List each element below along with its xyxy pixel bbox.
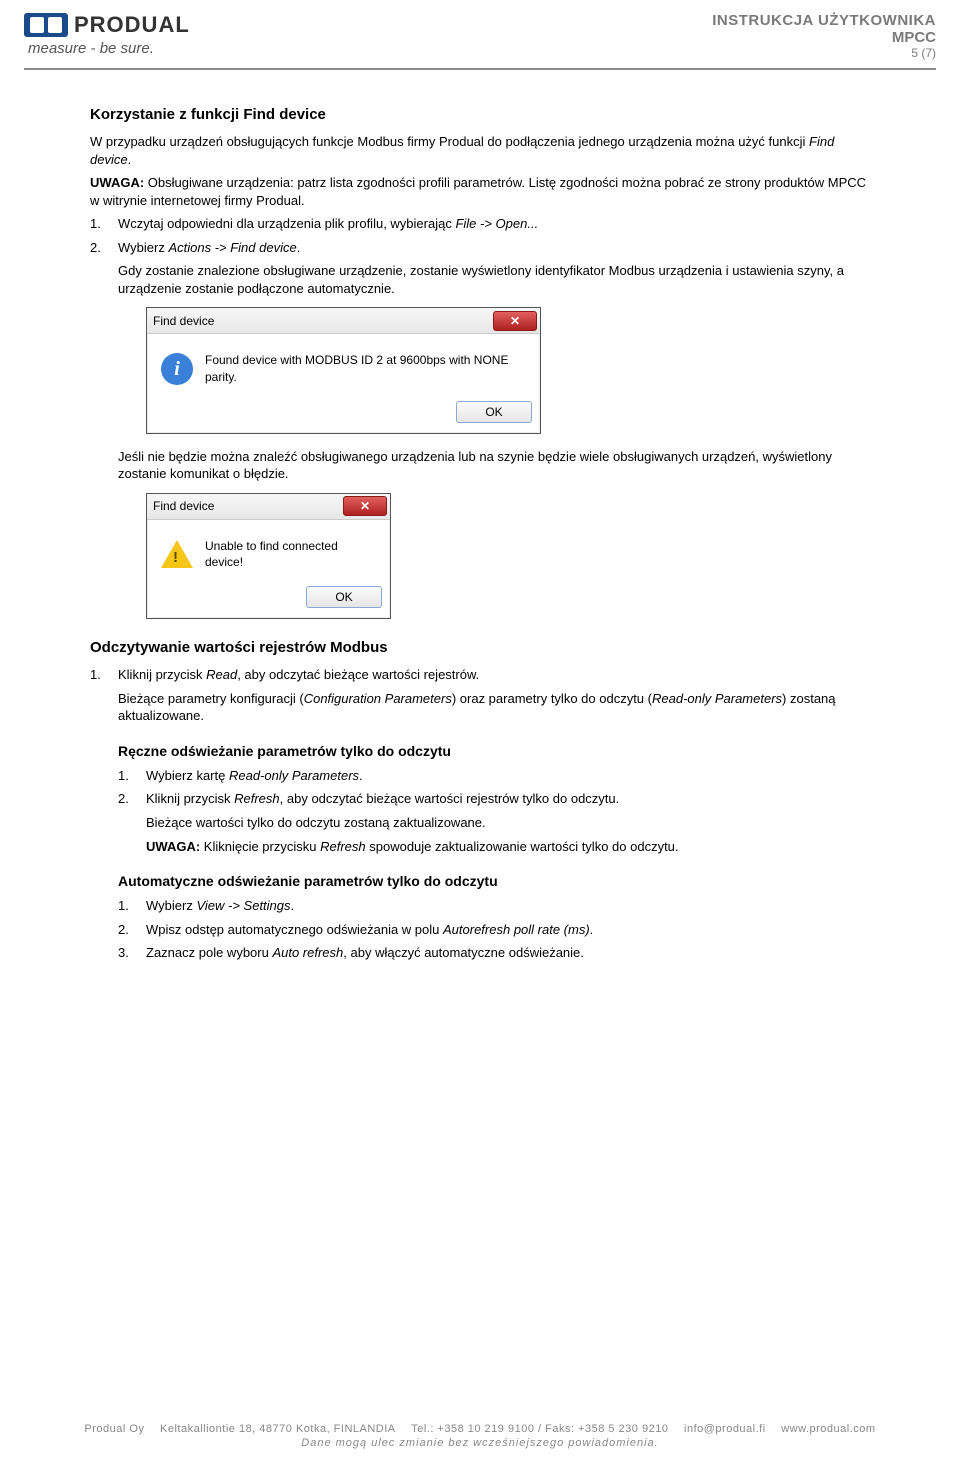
section-title-auto-refresh: Automatyczne odświeżanie parametrów tylk… — [118, 873, 870, 889]
section-title-read-registers: Odczytywanie wartości rejestrów Modbus — [90, 639, 870, 656]
footer-mail: info@produal.fi — [684, 1423, 766, 1435]
close-icon[interactable]: ✕ — [493, 311, 537, 331]
dialog-title: Find device — [153, 498, 214, 514]
paragraph-note: UWAGA: Kliknięcie przycisku Refresh spow… — [146, 838, 870, 856]
dialog-message: Found device with MODBUS ID 2 at 9600bps… — [205, 352, 526, 384]
manual-refresh-steps: 1. Wybierz kartę Read-only Parameters. 2… — [118, 767, 870, 855]
content: Korzystanie z funkcji Find device W przy… — [0, 70, 960, 962]
warning-icon — [161, 540, 193, 568]
close-icon[interactable]: ✕ — [343, 496, 387, 516]
paragraph: W przypadku urządzeń obsługujących funkc… — [90, 133, 870, 168]
dialog-titlebar: Find device ✕ — [147, 308, 540, 334]
logo-text: PRODUAL — [74, 12, 190, 38]
ok-button[interactable]: OK — [456, 401, 532, 423]
find-device-steps: 1. Wczytaj odpowiedni dla urządzenia pli… — [90, 215, 870, 619]
page-number: 5 (7) — [712, 46, 936, 60]
footer-disclaimer: Dane mogą ulec zmianie bez wcześniejszeg… — [24, 1437, 936, 1449]
doc-code: MPCC — [712, 29, 936, 46]
list-item: 1. Wybierz kartę Read-only Parameters. — [146, 767, 870, 785]
footer-address: Keltakalliontie 18, 48770 Kotka, FINLAND… — [160, 1423, 396, 1435]
auto-refresh-steps: 1. Wybierz View -> Settings. 2. Wpisz od… — [118, 897, 870, 962]
list-item: 1. Wczytaj odpowiedni dla urządzenia pli… — [118, 215, 870, 233]
footer-web: www.produal.com — [781, 1423, 875, 1435]
list-item: 2. Kliknij przycisk Refresh, aby odczyta… — [146, 790, 870, 855]
page-footer: Produal Oy Keltakalliontie 18, 48770 Kot… — [0, 1423, 960, 1449]
doc-type: INSTRUKCJA UŻYTKOWNIKA — [712, 12, 936, 29]
list-item: 2. Wybierz Actions -> Find device. Gdy z… — [118, 239, 870, 619]
paragraph-note: UWAGA: Obsługiwane urządzenia: patrz lis… — [90, 174, 870, 209]
footer-tel: Tel.: +358 10 219 9100 / Faks: +358 5 23… — [411, 1423, 668, 1435]
paragraph: Bieżące parametry konfiguracji (Configur… — [118, 690, 870, 725]
logo-icon — [24, 13, 68, 37]
paragraph: Jeśli nie będzie można znaleźć obsługiwa… — [118, 448, 870, 483]
doc-meta: INSTRUKCJA UŻYTKOWNIKA MPCC 5 (7) — [712, 12, 936, 60]
tagline: measure - be sure. — [24, 40, 190, 57]
dialog-find-device-found: Find device ✕ i Found device with MODBUS… — [146, 307, 541, 433]
list-item: 1. Wybierz View -> Settings. — [146, 897, 870, 915]
dialog-title: Find device — [153, 313, 214, 329]
paragraph: Gdy zostanie znalezione obsługiwane urzą… — [118, 262, 870, 297]
paragraph: Bieżące wartości tylko do odczytu zostan… — [146, 814, 870, 832]
logo-block: PRODUAL measure - be sure. — [24, 12, 190, 60]
section-title-manual-refresh: Ręczne odświeżanie parametrów tylko do o… — [118, 743, 870, 759]
dialog-message: Unable to find connected device! — [205, 538, 376, 570]
dialog-titlebar: Find device ✕ — [147, 494, 390, 520]
list-item: 1. Kliknij przycisk Read, aby odczytać b… — [118, 666, 870, 725]
list-item: 2. Wpisz odstęp automatycznego odświeżan… — [146, 921, 870, 939]
dialog-find-device-error: Find device ✕ Unable to find connected d… — [146, 493, 391, 619]
page-header: PRODUAL measure - be sure. INSTRUKCJA UŻ… — [0, 0, 960, 64]
ok-button[interactable]: OK — [306, 586, 382, 608]
info-icon: i — [161, 353, 193, 385]
list-item: 3. Zaznacz pole wyboru Auto refresh, aby… — [146, 944, 870, 962]
section-title-find-device: Korzystanie z funkcji Find device — [90, 106, 870, 123]
read-registers-steps: 1. Kliknij przycisk Read, aby odczytać b… — [90, 666, 870, 725]
footer-company: Produal Oy — [84, 1423, 144, 1435]
